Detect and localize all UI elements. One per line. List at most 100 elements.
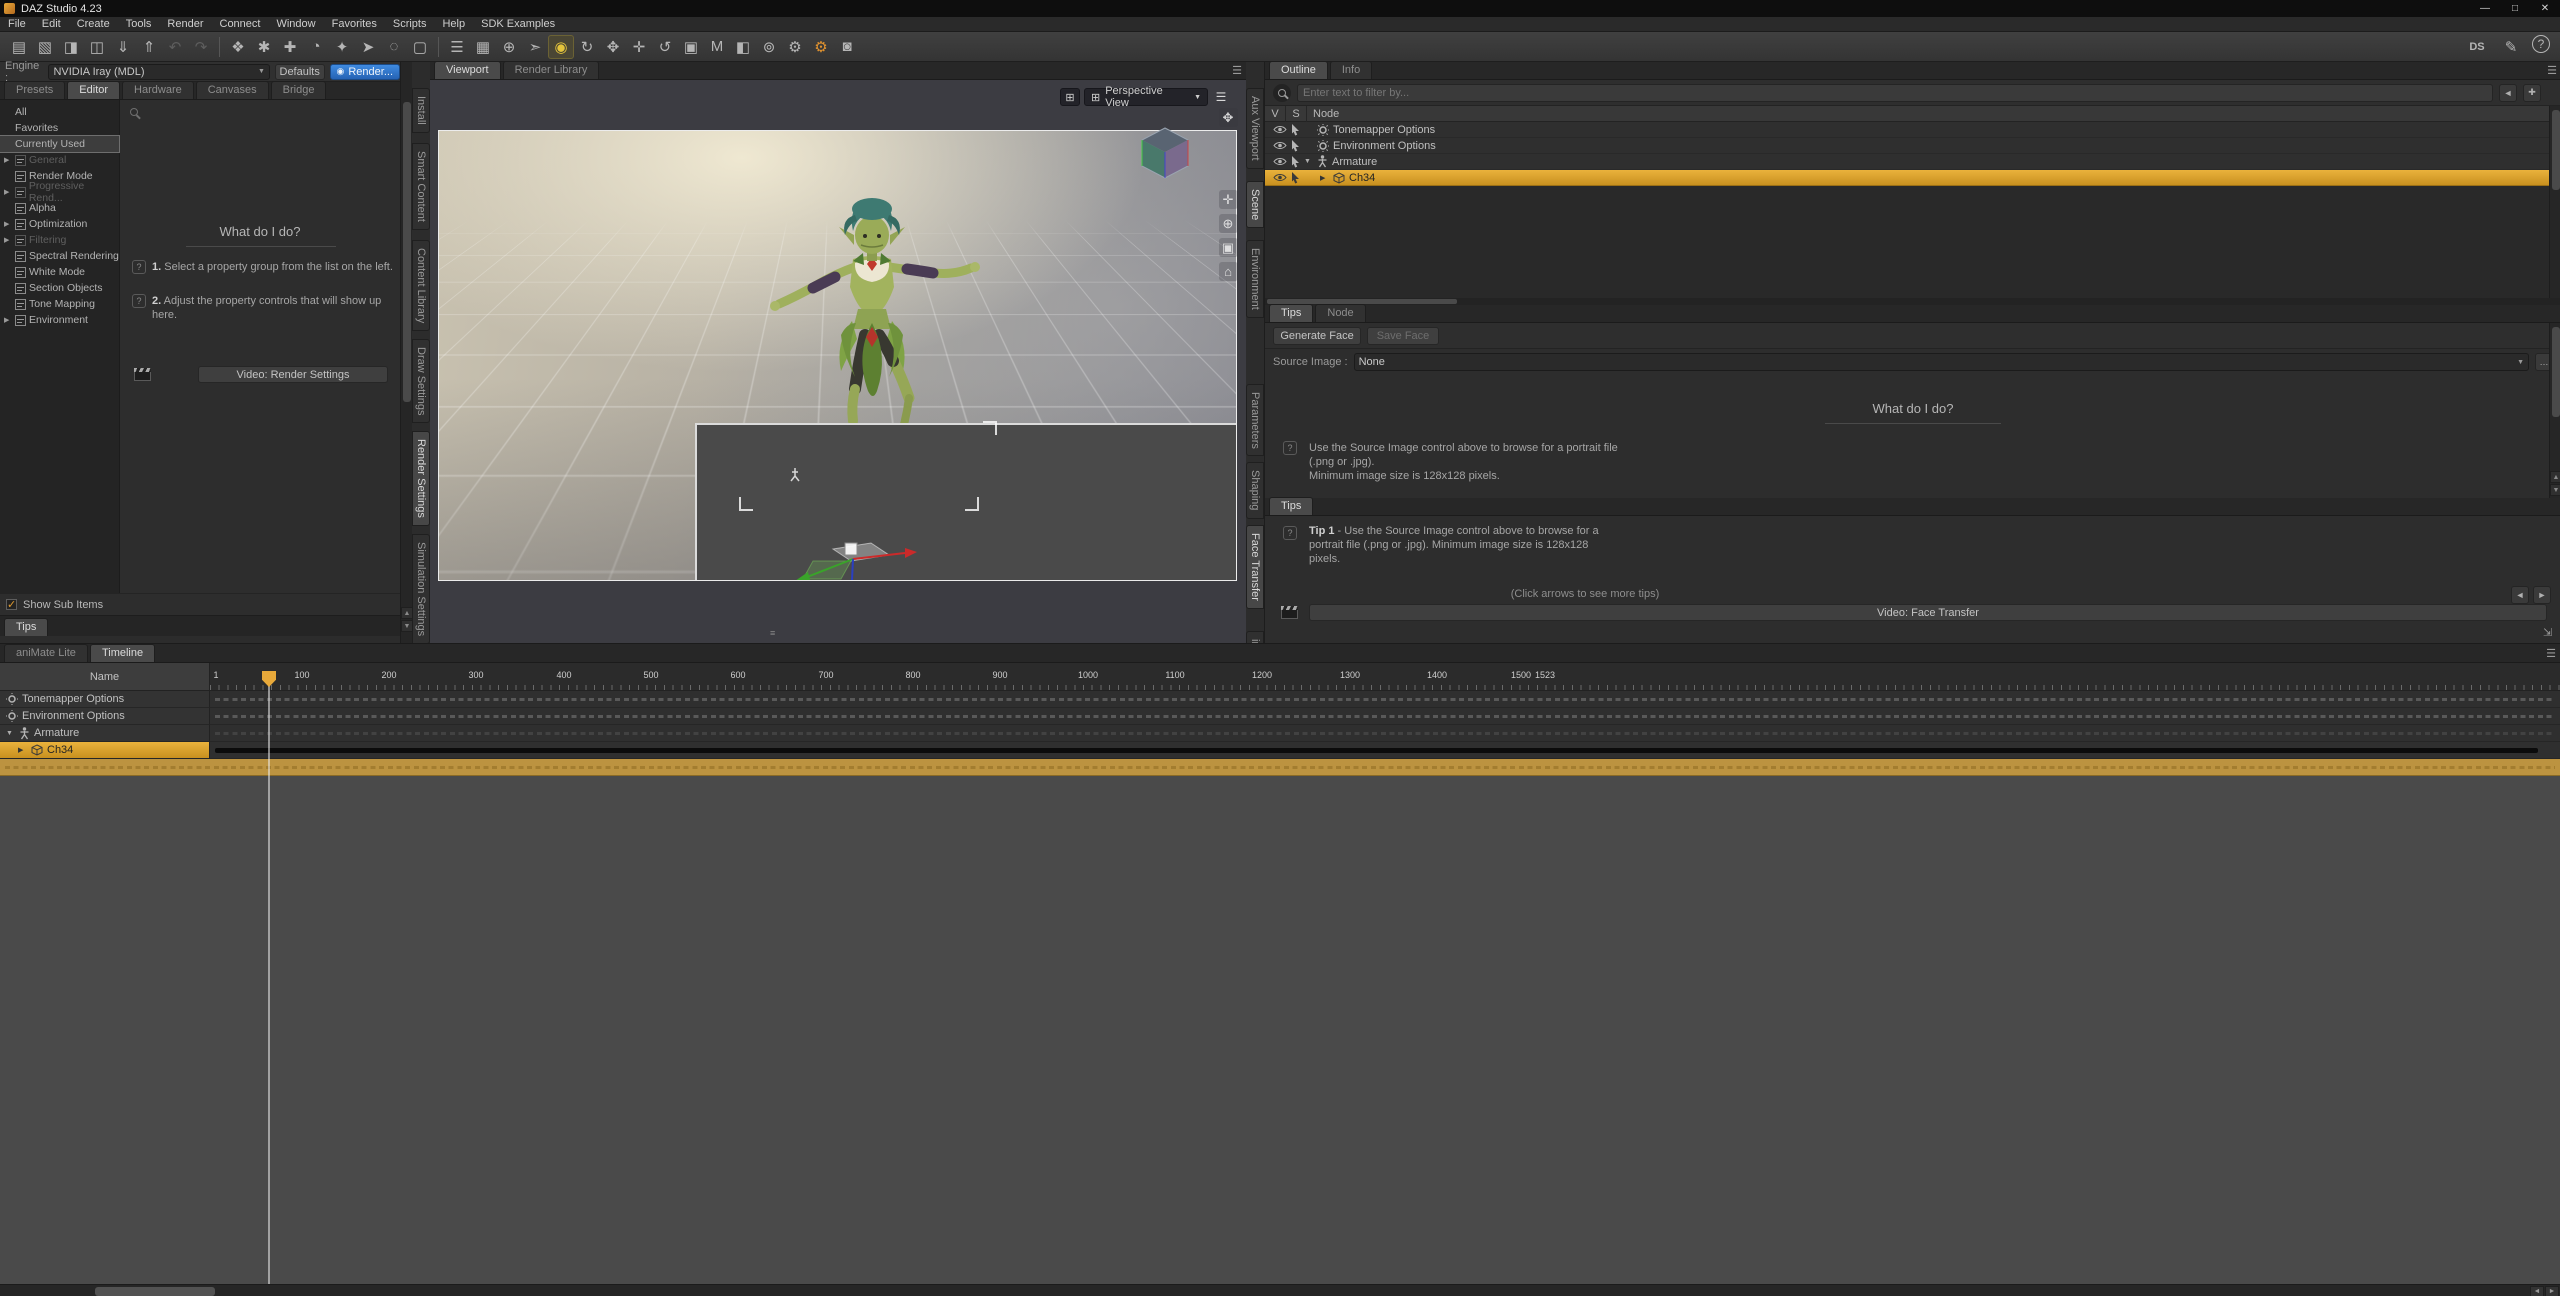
export-icon[interactable]: ⇑	[136, 35, 162, 59]
globe-tool-icon[interactable]: ⊕	[496, 35, 522, 59]
category-general[interactable]: ▶General	[0, 152, 119, 168]
new-file-icon[interactable]: ▤	[6, 35, 32, 59]
render-camera-icon[interactable]: ◙	[834, 35, 860, 59]
node-environment-options[interactable]: Environment Options	[1265, 138, 2549, 154]
tab-outline[interactable]: Outline	[1269, 61, 1328, 79]
track-armature[interactable]: ▼ Armature	[0, 725, 210, 742]
eye-icon[interactable]	[1273, 173, 1287, 182]
timeline-hscrollbar[interactable]: ◄ ►	[0, 1284, 2560, 1296]
aim-cross-icon[interactable]: ✛	[1219, 190, 1238, 209]
next-tip-button[interactable]: ►	[2533, 586, 2551, 604]
menu-scripts[interactable]: Scripts	[385, 17, 435, 32]
filter-back-button[interactable]: ◄	[2499, 84, 2517, 102]
engine-select[interactable]: NVIDIA Iray (MDL) ▼	[48, 64, 269, 80]
view-selector[interactable]: ⊞ Perspective View ▼	[1084, 88, 1208, 106]
node-tonemapper-options[interactable]: Tonemapper Options	[1265, 122, 2549, 138]
zoom-icon[interactable]: ⊕	[1219, 214, 1238, 233]
grid-toggle-icon[interactable]: ▦	[470, 35, 496, 59]
scrollbar-handle[interactable]	[95, 1287, 215, 1296]
render-settings-icon[interactable]: ⚙	[808, 35, 834, 59]
resize-grip[interactable]: ≡	[770, 628, 775, 638]
home-icon[interactable]: ⌂	[1219, 262, 1238, 281]
figure-pair-icon[interactable]: ⊚	[756, 35, 782, 59]
expand-icon[interactable]: ▶	[1320, 174, 1329, 182]
menu-file[interactable]: File	[0, 17, 34, 32]
category-tone-mapping[interactable]: Tone Mapping	[0, 296, 119, 312]
translate-tool-icon[interactable]: ✛	[626, 35, 652, 59]
show-sub-items-checkbox[interactable]	[6, 599, 17, 610]
track-environment-options[interactable]: Environment Options	[0, 708, 210, 725]
scroll-left-icon[interactable]: ◄	[2530, 1286, 2544, 1296]
render-button[interactable]: ◉ Render...	[330, 64, 401, 80]
orbit-tool-icon[interactable]: ↻	[574, 35, 600, 59]
expand-icon[interactable]: ▶	[18, 746, 27, 754]
tab-timeline[interactable]: Timeline	[90, 644, 155, 662]
scrollbar-handle[interactable]	[403, 102, 411, 402]
menu-favorites[interactable]: Favorites	[324, 17, 385, 32]
cursor-icon[interactable]	[1291, 172, 1300, 184]
frame-icon[interactable]: ▣	[1219, 238, 1238, 257]
scene-scrollbar[interactable]	[2549, 106, 2560, 298]
universal-tool-icon[interactable]: ✥	[600, 35, 626, 59]
save-face-button[interactable]: Save Face	[1367, 327, 1439, 345]
dock-tab-parameters[interactable]: Parameters	[1246, 384, 1264, 457]
redo-icon[interactable]: ↷	[188, 35, 214, 59]
eye-icon[interactable]	[1273, 157, 1287, 166]
merge-file-icon[interactable]: ◨	[58, 35, 84, 59]
collapse-icon[interactable]: ▼	[1304, 158, 1313, 165]
scale-tool-icon[interactable]: ▣	[678, 35, 704, 59]
minimize-button[interactable]: —	[2470, 0, 2500, 17]
viewport-3d-view[interactable]	[438, 130, 1237, 581]
tab-bridge[interactable]: Bridge	[271, 81, 327, 99]
search-icon[interactable]	[130, 108, 138, 116]
scroll-right-icon[interactable]: ►	[2545, 1286, 2559, 1296]
pane-menu-icon[interactable]: ☰	[2546, 647, 2556, 660]
tab-render-library[interactable]: Render Library	[503, 61, 600, 79]
dock-tab-install[interactable]: Install	[412, 88, 430, 133]
menu-connect[interactable]: Connect	[212, 17, 269, 32]
video-face-transfer-button[interactable]: Video: Face Transfer	[1309, 604, 2547, 621]
pan-hand-icon[interactable]: ✥	[1219, 108, 1238, 127]
track-tonemapper-options[interactable]: Tonemapper Options	[0, 691, 210, 708]
undo-icon[interactable]: ↶	[162, 35, 188, 59]
menu-help[interactable]: Help	[434, 17, 473, 32]
category-environment[interactable]: ▶Environment	[0, 312, 119, 328]
scroll-down-icon[interactable]: ▼	[2550, 484, 2560, 496]
category-white-mode[interactable]: White Mode	[0, 264, 119, 280]
ik-pin-icon[interactable]	[789, 467, 801, 483]
menu-render[interactable]: Render	[159, 17, 211, 32]
view-options-button[interactable]: ⊞	[1060, 88, 1080, 106]
keyframe-summary-bar[interactable]	[215, 748, 2538, 753]
open-file-icon[interactable]: ▧	[32, 35, 58, 59]
track-keys[interactable]	[210, 725, 2560, 742]
pane-menu-icon[interactable]: ☰	[2547, 64, 2557, 77]
category-favorites[interactable]: Favorites	[0, 120, 119, 136]
menu-edit[interactable]: Edit	[34, 17, 69, 32]
track-keys[interactable]	[210, 691, 2560, 708]
dock-tab-scene[interactable]: Scene	[1246, 181, 1264, 228]
dock-tab-content-library[interactable]: Content Library	[412, 240, 430, 331]
frame-ruler[interactable]: 1 100 200 300 400 500 600 700 800 900 10…	[210, 663, 2560, 691]
pane-menu-icon[interactable]: ☰	[1232, 64, 1242, 77]
surface-selection-icon[interactable]: ◧	[730, 35, 756, 59]
scroll-up-icon[interactable]: ▲	[2550, 471, 2560, 483]
magic-wand-icon[interactable]: ✦	[329, 35, 355, 59]
tab-tips[interactable]: Tips	[1269, 497, 1313, 515]
generate-face-button[interactable]: Generate Face	[1273, 327, 1361, 345]
left-panel-scrollbar[interactable]: ▲ ▼	[400, 62, 412, 643]
eye-icon[interactable]	[1273, 141, 1287, 150]
track-keys[interactable]	[210, 708, 2560, 725]
previous-tip-button[interactable]: ◄	[2511, 586, 2529, 604]
scrollbar-handle[interactable]	[2552, 110, 2560, 190]
tab-animate-lite[interactable]: aniMate Lite	[4, 644, 88, 662]
menu-sdk-examples[interactable]: SDK Examples	[473, 17, 563, 32]
snap-icon[interactable]: ✱	[251, 35, 277, 59]
cursor-icon[interactable]	[1291, 124, 1300, 136]
align-panel-icon[interactable]: ☰	[444, 35, 470, 59]
pointer-tool-icon[interactable]: ➤	[355, 35, 381, 59]
category-progressive-rendering[interactable]: ▶Progressive Rend...	[0, 184, 119, 200]
node-selection-icon[interactable]: ➣	[522, 35, 548, 59]
node-ch34[interactable]: ▶ Ch34	[1265, 170, 2549, 186]
search-icon[interactable]	[1273, 84, 1291, 102]
daz-central-icon[interactable]: DS	[2464, 35, 2490, 59]
